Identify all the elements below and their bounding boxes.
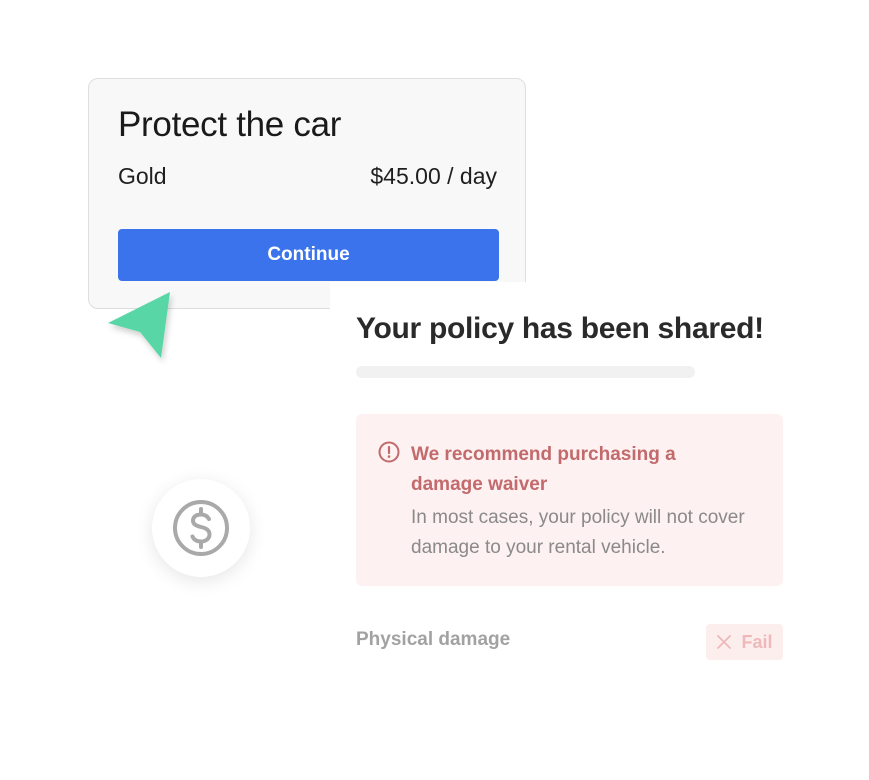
status-badge: Fail: [706, 624, 783, 660]
status-text: Fail: [741, 631, 773, 652]
plan-name: Gold: [118, 163, 167, 189]
dollar-badge: [152, 479, 250, 577]
coverage-label: Physical damage: [356, 629, 511, 650]
plan-price: $45.00 / day: [370, 163, 497, 189]
continue-button[interactable]: Continue: [118, 229, 499, 281]
alert-heading: We recommend purchasing a damage waiver: [411, 444, 676, 495]
alert-circle-icon: [378, 441, 400, 463]
cursor-arrow-icon: [108, 292, 170, 358]
panel-title: Your policy has been shared!: [356, 312, 764, 345]
dollar-circle-icon: [173, 500, 229, 556]
placeholder-bar: [356, 366, 695, 378]
protect-card: Protect the car Gold $45.00 / day Contin…: [88, 78, 526, 309]
card-title: Protect the car: [118, 105, 342, 144]
policy-shared-panel: Your policy has been shared! We recommen…: [330, 282, 850, 702]
x-icon: [717, 635, 732, 649]
recommendation-alert: We recommend purchasing a damage waiver …: [356, 414, 783, 586]
alert-body: In most cases, your policy will not cove…: [411, 507, 745, 558]
